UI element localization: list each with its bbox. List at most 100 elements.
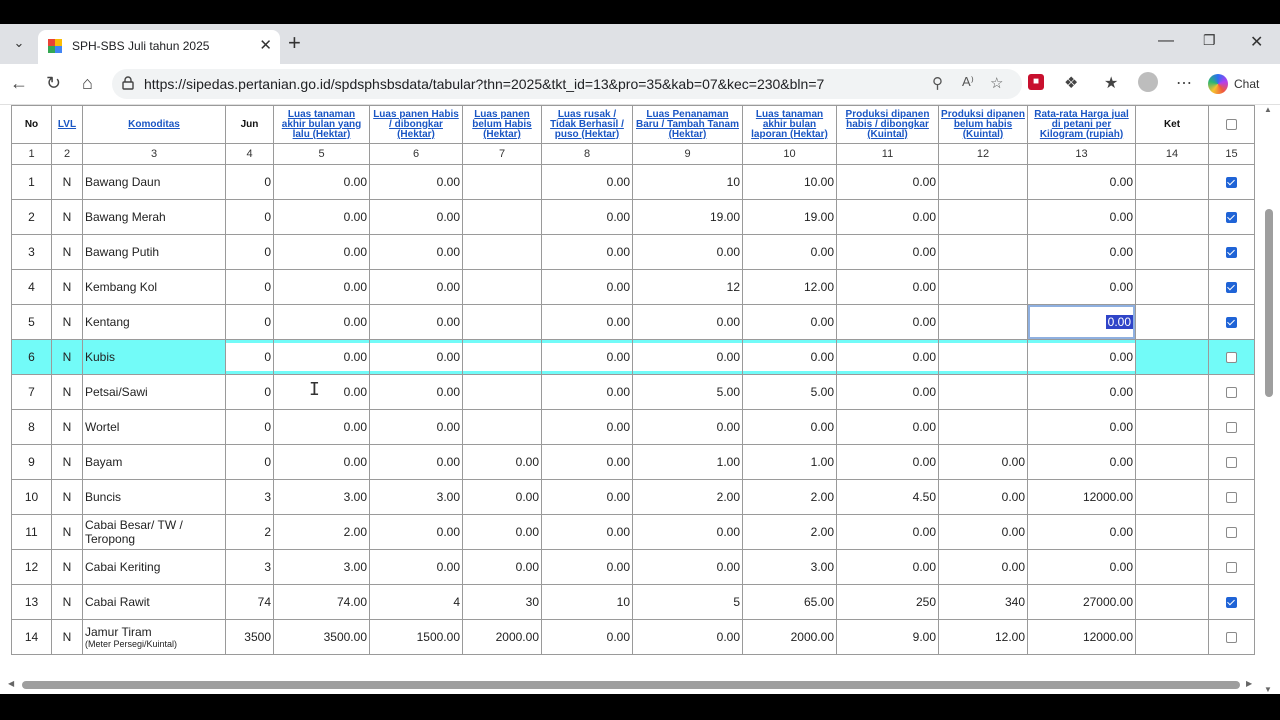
value-cell-5[interactable]: 0.00	[273, 234, 370, 270]
row-checkbox[interactable]	[1226, 317, 1237, 329]
value-cell-6[interactable]: 0.00	[369, 339, 463, 375]
scroll-left-icon[interactable]: ◀	[8, 679, 14, 688]
value-cell-10[interactable]: 12.00	[742, 269, 837, 305]
row-checkbox[interactable]	[1226, 457, 1237, 469]
value-cell-6[interactable]: 0.00	[369, 514, 463, 550]
value-cell-11[interactable]: 0.00	[836, 304, 939, 340]
site-info-icon[interactable]	[122, 76, 134, 90]
header-col5[interactable]: Luas tanaman akhir bulan yang lalu (Hekt…	[273, 105, 370, 144]
value-cell-5[interactable]: 0.00	[273, 339, 370, 375]
value-cell-6[interactable]: 0.00	[369, 199, 463, 235]
value-cell-6[interactable]: 0.00	[369, 444, 463, 480]
value-cell-11[interactable]: 250	[836, 584, 939, 620]
header-col7[interactable]: Luas panen belum Habis (Hektar)	[462, 105, 542, 144]
header-col6[interactable]: Luas panen Habis / dibongkar (Hektar)	[369, 105, 463, 144]
value-cell-6[interactable]: 0.00	[369, 409, 463, 445]
table-row[interactable]: 1 N Bawang Daun 0 0.00 0.00 0.00 10 10.00 0.00 0.0…	[11, 164, 1255, 200]
table-row[interactable]: 14 N Jamur Tiram (Meter Persegi/Kuintal) 350…	[11, 619, 1255, 655]
value-cell-6[interactable]: 0.00	[369, 549, 463, 585]
ket-cell[interactable]	[1135, 514, 1209, 550]
value-cell-12[interactable]	[938, 409, 1028, 445]
value-cell-11[interactable]: 0.00	[836, 374, 939, 410]
value-cell-8[interactable]: 0.00	[541, 339, 633, 375]
value-cell-10[interactable]: 5.00	[742, 374, 837, 410]
value-cell-13[interactable]: 0.00	[1027, 514, 1136, 550]
value-cell-7[interactable]	[462, 339, 542, 375]
value-cell-13[interactable]: 0.00	[1027, 339, 1136, 375]
value-cell-11[interactable]: 0.00	[836, 514, 939, 550]
value-cell-9[interactable]: 1.00	[632, 444, 743, 480]
value-cell-5[interactable]: 0.00	[273, 304, 370, 340]
ket-cell[interactable]	[1135, 409, 1209, 445]
ket-cell[interactable]	[1135, 269, 1209, 305]
value-cell-13[interactable]: 0.00	[1027, 374, 1136, 410]
row-checkbox-cell[interactable]	[1208, 234, 1255, 270]
value-cell-12[interactable]	[938, 199, 1028, 235]
value-cell-12[interactable]: 0.00	[938, 444, 1028, 480]
reload-icon[interactable]: ↻	[46, 73, 61, 94]
value-cell-12[interactable]	[938, 304, 1028, 340]
row-checkbox-cell[interactable]	[1208, 409, 1255, 445]
value-cell-5[interactable]: 0.00	[273, 199, 370, 235]
row-checkbox-cell[interactable]	[1208, 444, 1255, 480]
value-cell-10[interactable]: 2.00	[742, 479, 837, 515]
value-cell-9[interactable]: 0.00	[632, 304, 743, 340]
value-cell-8[interactable]: 0.00	[541, 619, 633, 655]
extensions-puzzle-icon[interactable]: ❖	[1064, 73, 1078, 93]
value-cell-6[interactable]: 0.00	[369, 269, 463, 305]
row-checkbox-cell[interactable]	[1208, 549, 1255, 585]
row-checkbox[interactable]	[1226, 492, 1237, 504]
value-cell-11[interactable]: 0.00	[836, 409, 939, 445]
select-all-checkbox[interactable]	[1226, 118, 1237, 130]
value-cell-10[interactable]: 0.00	[742, 304, 837, 340]
read-aloud-icon[interactable]: A⁾	[962, 74, 974, 90]
table-row[interactable]: 9 N Bayam 0 0.00 0.00 0.00 0.00 1.00 1.00 0.00 0.00…	[11, 444, 1255, 480]
header-lvl[interactable]: LVL	[51, 105, 83, 144]
header-komoditas[interactable]: Komoditas	[82, 105, 226, 144]
value-cell-10[interactable]: 10.00	[742, 164, 837, 200]
horizontal-scroll-thumb[interactable]	[22, 681, 1240, 689]
value-cell-11[interactable]: 0.00	[836, 444, 939, 480]
table-row[interactable]: 11 N Cabai Besar/ TW / Teropong 2 2.00 0.00 0.…	[11, 514, 1255, 550]
value-cell-12[interactable]	[938, 339, 1028, 375]
row-checkbox-cell[interactable]	[1208, 199, 1255, 235]
value-cell-9[interactable]: 5	[632, 584, 743, 620]
scroll-up-icon[interactable]: ▲	[1264, 105, 1272, 114]
value-cell-7[interactable]	[462, 409, 542, 445]
value-cell-12[interactable]	[938, 374, 1028, 410]
value-cell-7[interactable]: 0.00	[462, 444, 542, 480]
copilot-chat-button[interactable]: Chat	[1208, 71, 1272, 97]
value-cell-6[interactable]: 3.00	[369, 479, 463, 515]
scroll-down-icon[interactable]: ▼	[1264, 685, 1272, 694]
value-cell-8[interactable]: 0.00	[541, 269, 633, 305]
value-cell-8[interactable]: 0.00	[541, 479, 633, 515]
row-checkbox-cell[interactable]	[1208, 514, 1255, 550]
row-checkbox[interactable]	[1226, 527, 1237, 539]
table-row[interactable]: 6 N Kubis 0 0.00 0.00 0.00 0.00 0.00 0.00 0.00	[11, 339, 1255, 375]
value-cell-13[interactable]: 0.00	[1027, 409, 1136, 445]
header-col10[interactable]: Luas tanaman akhir bulan laporan (Hektar…	[742, 105, 837, 144]
value-cell-11[interactable]: 0.00	[836, 269, 939, 305]
zoom-icon[interactable]: ⚲	[932, 74, 943, 92]
value-cell-5[interactable]: 3.00	[273, 549, 370, 585]
ket-cell[interactable]	[1135, 199, 1209, 235]
value-cell-13[interactable]: 12000.00	[1027, 479, 1136, 515]
ket-cell[interactable]	[1135, 304, 1209, 340]
home-icon[interactable]: ⌂	[82, 73, 93, 94]
value-cell-10[interactable]: 3.00	[742, 549, 837, 585]
more-menu-icon[interactable]: ⋯	[1176, 73, 1192, 93]
extension-icon[interactable]: ■	[1028, 74, 1044, 90]
table-row[interactable]: 4 N Kembang Kol 0 0.00 0.00 0.00 12 12.00 0.00 0.0…	[11, 269, 1255, 305]
ket-cell[interactable]	[1135, 444, 1209, 480]
value-cell-12[interactable]	[938, 164, 1028, 200]
window-close-icon[interactable]: ✕	[1250, 32, 1263, 52]
value-cell-9[interactable]: 12	[632, 269, 743, 305]
value-cell-9[interactable]: 5.00	[632, 374, 743, 410]
value-cell-8[interactable]: 0.00	[541, 374, 633, 410]
value-cell-8[interactable]: 0.00	[541, 304, 633, 340]
tab-search-icon[interactable]: ⌄	[8, 32, 30, 54]
horizontal-scrollbar[interactable]: ◀ ▶	[0, 677, 1262, 693]
row-checkbox-cell[interactable]	[1208, 164, 1255, 200]
row-checkbox[interactable]	[1226, 247, 1237, 259]
row-checkbox-cell[interactable]	[1208, 374, 1255, 410]
